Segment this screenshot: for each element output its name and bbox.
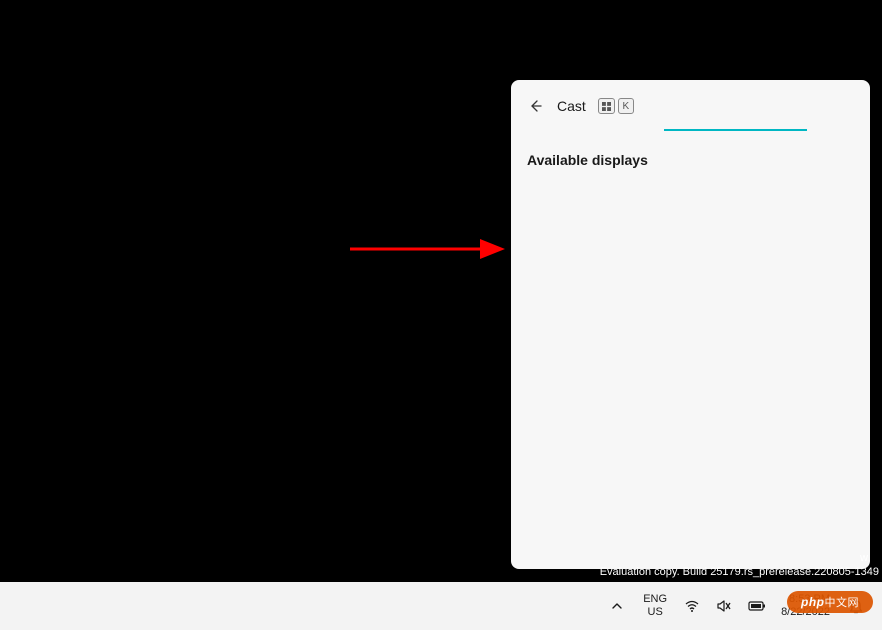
annotation-arrow-icon [350, 237, 505, 261]
watermark-truncated: w [860, 552, 868, 564]
volume-muted-icon[interactable] [711, 592, 737, 620]
watermark-build-string: Evaluation copy. Build 25179.rs_prerelea… [600, 566, 879, 578]
battery-icon[interactable] [743, 594, 771, 618]
language-line1: ENG [643, 593, 667, 606]
language-line2: US [648, 606, 663, 619]
badge-rest: 中文网 [825, 594, 860, 610]
cast-title: Cast [557, 98, 586, 114]
cast-shortcut-hint: K [598, 98, 634, 114]
back-arrow-icon[interactable] [527, 97, 545, 115]
wifi-icon[interactable] [679, 592, 705, 620]
taskbar: ENG US 8:53 PM [0, 582, 882, 630]
php-cn-watermark-badge: php 中文网 [787, 591, 873, 613]
badge-bold: php [801, 595, 825, 609]
desktop-background: Cast K Available displays w Evaluation c… [0, 0, 882, 582]
shortcut-key-k: K [618, 98, 634, 114]
available-displays-heading: Available displays [527, 152, 854, 168]
windows-key-icon [598, 98, 615, 114]
tray-overflow-chevron-icon[interactable] [603, 594, 631, 618]
cast-header: Cast K [527, 92, 854, 120]
cast-flyout-panel: Cast K Available displays [511, 80, 870, 569]
language-indicator[interactable]: ENG US [637, 589, 673, 623]
searching-progress-indicator [664, 129, 807, 131]
